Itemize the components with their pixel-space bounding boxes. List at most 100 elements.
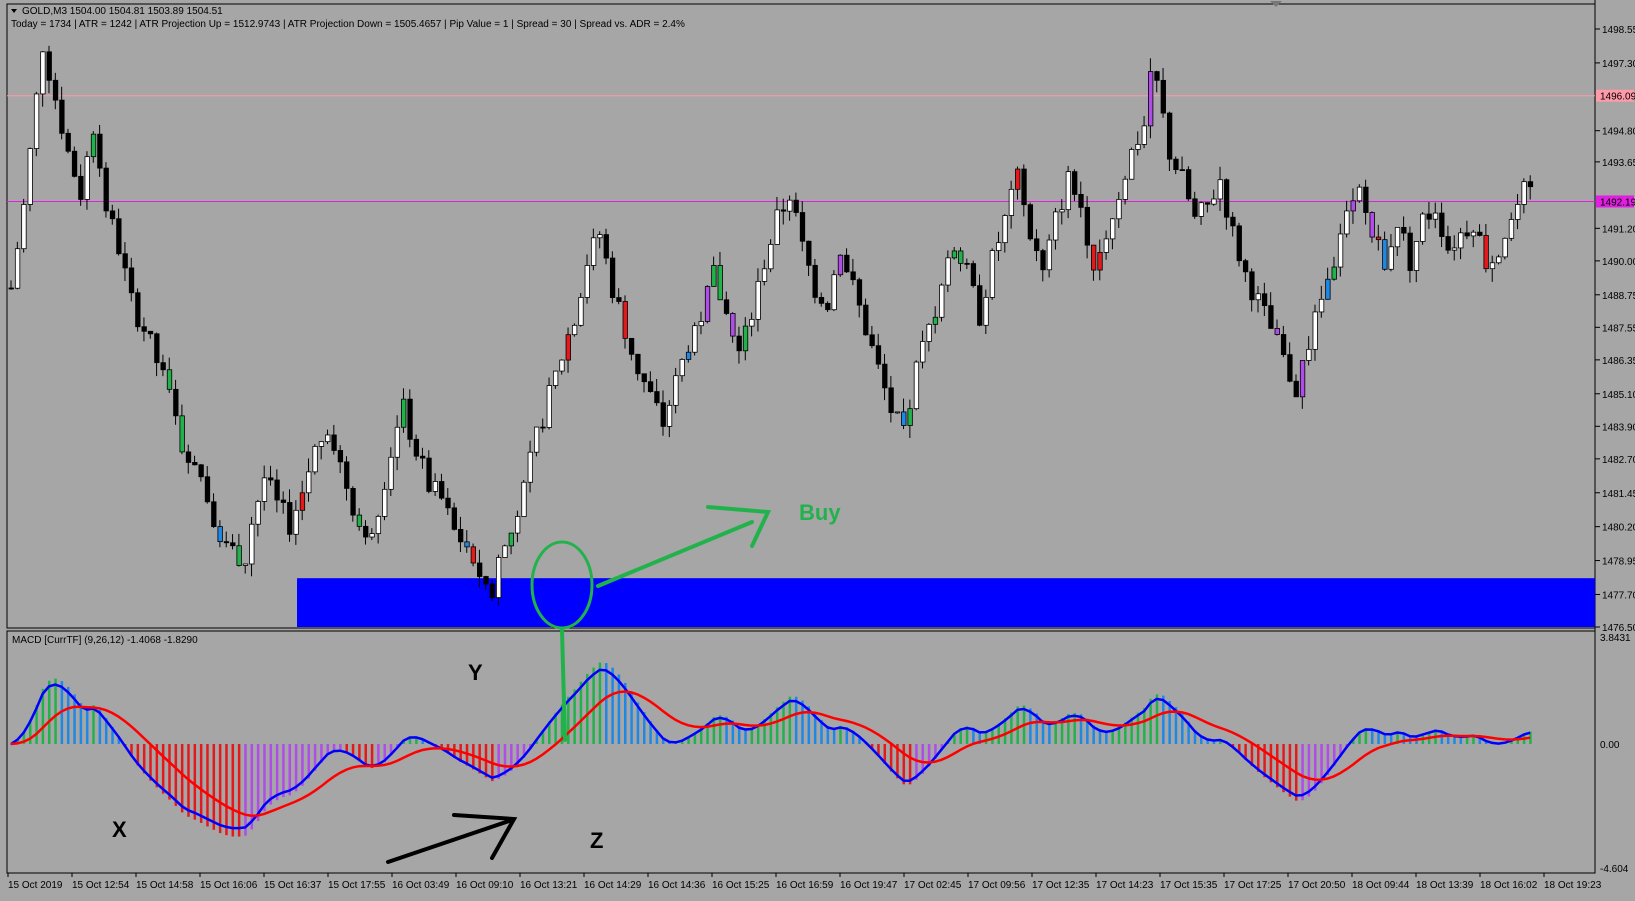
candle-body[interactable]	[1325, 278, 1331, 300]
candle-body[interactable]	[818, 297, 825, 304]
candle-body[interactable]	[1097, 251, 1103, 271]
candle-body[interactable]	[78, 175, 84, 200]
candle-body[interactable]	[1306, 348, 1312, 361]
candle-body[interactable]	[1445, 236, 1451, 251]
candle-body[interactable]	[1489, 262, 1496, 270]
candle-body[interactable]	[1515, 204, 1521, 220]
candle-body[interactable]	[730, 313, 736, 337]
candle-body[interactable]	[584, 265, 590, 298]
candle-body[interactable]	[198, 464, 204, 478]
candle-body[interactable]	[755, 280, 761, 320]
candle-body[interactable]	[685, 351, 692, 360]
candle-body[interactable]	[1274, 328, 1280, 335]
candle-body[interactable]	[1110, 218, 1116, 240]
candle-body[interactable]	[1363, 186, 1369, 213]
candle-body[interactable]	[552, 370, 559, 386]
candle-body[interactable]	[318, 441, 325, 447]
candle-body[interactable]	[128, 267, 135, 294]
candle-body[interactable]	[1192, 198, 1198, 217]
candle-body[interactable]	[1375, 236, 1382, 241]
candle-body[interactable]	[375, 515, 382, 534]
candle-body[interactable]	[1141, 125, 1147, 145]
candle-body[interactable]	[255, 501, 261, 525]
candle-body[interactable]	[1451, 247, 1458, 251]
candle-body[interactable]	[1458, 232, 1464, 249]
candle-body[interactable]	[1135, 144, 1141, 150]
candle-body[interactable]	[590, 237, 597, 266]
candle-body[interactable]	[1002, 215, 1008, 244]
candle-body[interactable]	[344, 461, 350, 489]
candle-body[interactable]	[571, 324, 578, 336]
candle-body[interactable]	[1065, 171, 1072, 211]
candle-body[interactable]	[1477, 231, 1483, 236]
candle-body[interactable]	[774, 209, 780, 245]
candle-body[interactable]	[1015, 168, 1021, 190]
candle-body[interactable]	[1413, 241, 1420, 271]
candle-body[interactable]	[103, 167, 109, 212]
candle-body[interactable]	[970, 263, 977, 287]
candle-body[interactable]	[71, 150, 78, 177]
candle-body[interactable]	[236, 545, 242, 566]
candle-body[interactable]	[920, 341, 926, 363]
candle-body[interactable]	[1173, 158, 1179, 171]
candle-body[interactable]	[413, 438, 420, 457]
candle-body[interactable]	[1179, 169, 1185, 172]
candle-body[interactable]	[8, 287, 14, 290]
candle-body[interactable]	[217, 526, 223, 543]
candle-body[interactable]	[154, 333, 160, 364]
candle-body[interactable]	[837, 254, 844, 276]
candle-body[interactable]	[863, 304, 869, 336]
candle-body[interactable]	[122, 253, 128, 269]
candle-body[interactable]	[166, 369, 173, 390]
candle-body[interactable]	[84, 156, 90, 200]
candle-body[interactable]	[907, 408, 913, 426]
candle-body[interactable]	[1166, 112, 1173, 160]
candle-body[interactable]	[1312, 311, 1318, 350]
candle-body[interactable]	[673, 375, 679, 406]
candle-body[interactable]	[540, 426, 546, 429]
candle-body[interactable]	[679, 358, 685, 377]
candle-body[interactable]	[787, 199, 793, 212]
candle-body[interactable]	[1185, 169, 1192, 200]
candle-body[interactable]	[711, 265, 717, 287]
candle-body[interactable]	[1350, 200, 1356, 212]
candle-body[interactable]	[508, 532, 514, 547]
candle-body[interactable]	[1293, 380, 1299, 398]
candle-body[interactable]	[692, 325, 698, 353]
candle-body[interactable]	[90, 133, 97, 158]
candle-body[interactable]	[628, 337, 635, 355]
candle-body[interactable]	[806, 240, 812, 266]
candle-body[interactable]	[458, 528, 464, 543]
candle-body[interactable]	[736, 335, 742, 352]
candle-body[interactable]	[470, 546, 476, 564]
candle-body[interactable]	[616, 297, 622, 302]
candle-body[interactable]	[502, 545, 508, 558]
candle-body[interactable]	[489, 583, 495, 598]
candle-body[interactable]	[533, 426, 540, 453]
candle-body[interactable]	[597, 234, 603, 239]
candle-body[interactable]	[768, 244, 774, 270]
candle-body[interactable]	[185, 451, 192, 463]
candle-body[interactable]	[856, 279, 863, 306]
candle-body[interactable]	[1483, 235, 1489, 270]
candle-body[interactable]	[1236, 225, 1242, 262]
candle-body[interactable]	[704, 286, 711, 322]
candle-body[interactable]	[831, 274, 837, 311]
candle-body[interactable]	[1217, 179, 1223, 200]
chart-canvas[interactable]: 1496.09 1492.19 1498.55 1497.30 1494.80 1493…	[0, 0, 1635, 901]
candle-body[interactable]	[1356, 186, 1363, 202]
candle-body[interactable]	[407, 398, 413, 440]
candle-body[interactable]	[1337, 233, 1344, 268]
candle-body[interactable]	[894, 411, 901, 414]
candle-body[interactable]	[27, 148, 33, 205]
candle-body[interactable]	[1059, 209, 1065, 213]
candle-body[interactable]	[1034, 238, 1040, 252]
candle-body[interactable]	[1129, 149, 1135, 180]
candle-body[interactable]	[1426, 213, 1432, 220]
candle-body[interactable]	[521, 481, 527, 517]
candle-body[interactable]	[723, 299, 730, 314]
candle-body[interactable]	[1439, 212, 1445, 237]
candle-body[interactable]	[249, 523, 255, 565]
candle-body[interactable]	[660, 402, 666, 427]
candle-body[interactable]	[1211, 198, 1217, 205]
